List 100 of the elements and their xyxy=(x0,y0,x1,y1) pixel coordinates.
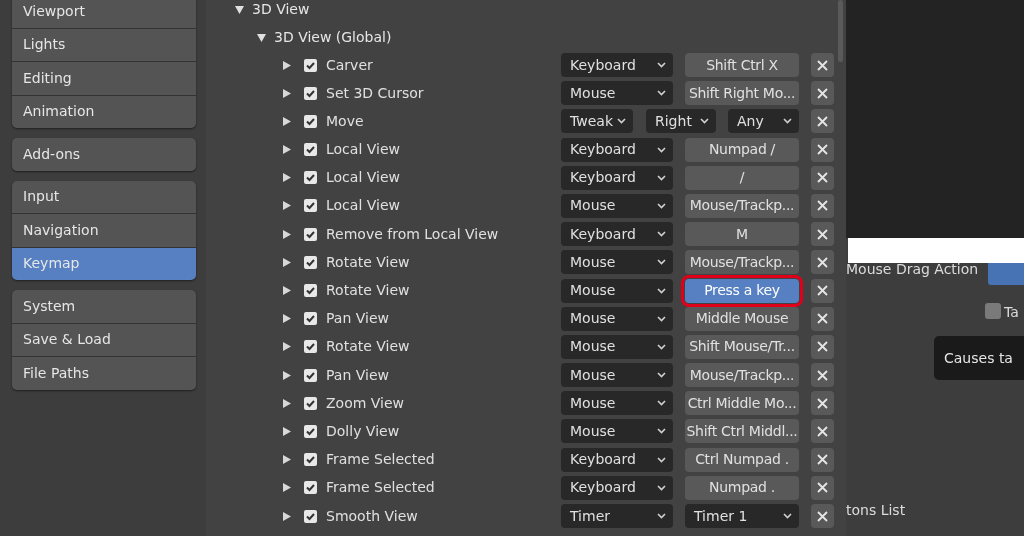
close-button[interactable] xyxy=(811,137,834,162)
close-button[interactable] xyxy=(811,250,834,275)
dropdown[interactable]: Keyboard xyxy=(561,447,673,472)
dropdown[interactable]: Keyboard xyxy=(561,165,673,190)
collapse-triangle-icon[interactable] xyxy=(234,5,244,14)
sidebar-item[interactable]: Editing xyxy=(12,62,196,95)
key-binding-button[interactable]: Mouse/Trackp... xyxy=(685,193,799,218)
dropdown[interactable]: Mouse xyxy=(561,193,673,218)
close-button[interactable] xyxy=(811,363,834,388)
dropdown[interactable]: Mouse xyxy=(561,306,673,331)
close-button[interactable] xyxy=(811,391,834,416)
sidebar-item[interactable]: Save & Load xyxy=(12,323,196,356)
expand-triangle-icon[interactable] xyxy=(282,511,292,521)
key-binding-button[interactable]: Ctrl Middle Mo... xyxy=(685,391,799,416)
sidebar-item[interactable]: Navigation xyxy=(12,214,196,247)
close-button[interactable] xyxy=(811,334,834,359)
checkbox[interactable] xyxy=(304,340,317,354)
dropdown[interactable]: Mouse xyxy=(561,419,673,444)
dropdown[interactable]: Any xyxy=(728,109,799,134)
dropdown[interactable]: Timer 1 xyxy=(685,504,799,528)
close-button[interactable] xyxy=(811,278,834,303)
checkbox[interactable] xyxy=(304,509,317,523)
checkbox[interactable] xyxy=(304,227,317,241)
scrollbar[interactable] xyxy=(838,0,843,62)
checkbox[interactable] xyxy=(304,396,317,410)
expand-triangle-icon[interactable] xyxy=(282,370,292,380)
sidebar-item[interactable]: Viewport xyxy=(12,0,196,28)
collapse-triangle-icon[interactable] xyxy=(256,33,266,42)
checkbox[interactable] xyxy=(304,284,317,297)
dropdown[interactable]: Tweak xyxy=(561,109,633,134)
key-binding-button[interactable]: Shift Ctrl X xyxy=(685,53,799,77)
key-binding-button[interactable]: / xyxy=(685,165,799,190)
key-binding-button[interactable]: Middle Mouse xyxy=(685,306,799,331)
expand-triangle-icon[interactable] xyxy=(282,314,292,324)
dropdown[interactable]: Keyboard xyxy=(561,53,673,77)
expand-triangle-icon[interactable] xyxy=(282,455,292,465)
dropdown[interactable]: Keyboard xyxy=(561,475,673,500)
sidebar-item[interactable]: Input xyxy=(12,180,196,213)
expand-triangle-icon[interactable] xyxy=(282,342,292,352)
expand-triangle-icon[interactable] xyxy=(282,145,292,155)
checkbox[interactable] xyxy=(304,58,317,72)
dropdown[interactable]: Mouse xyxy=(561,278,673,303)
checkbox[interactable] xyxy=(304,453,317,467)
checkbox[interactable] xyxy=(304,481,317,495)
expand-triangle-icon[interactable] xyxy=(282,201,292,211)
expand-triangle-icon[interactable] xyxy=(282,483,292,493)
key-binding-button[interactable]: Shift Ctrl Middl... xyxy=(685,419,799,444)
dropdown[interactable]: Mouse xyxy=(561,363,673,388)
key-binding-button[interactable]: Shift Mouse/Tr... xyxy=(685,334,799,359)
expand-triangle-icon[interactable] xyxy=(282,88,292,98)
key-binding-button[interactable]: Numpad . xyxy=(685,475,799,500)
key-binding-button[interactable]: Mouse/Trackp... xyxy=(685,250,799,275)
expand-triangle-icon[interactable] xyxy=(282,426,292,436)
key-binding-button[interactable]: Mouse/Trackp... xyxy=(685,363,799,388)
close-button[interactable] xyxy=(811,109,834,134)
sidebar-item[interactable]: File Paths xyxy=(12,357,196,390)
checkbox[interactable] xyxy=(304,86,317,100)
sidebar-item[interactable]: Lights xyxy=(12,28,196,61)
checkbox[interactable] xyxy=(304,424,317,438)
dropdown[interactable]: Keyboard xyxy=(561,137,673,162)
close-button[interactable] xyxy=(811,504,834,528)
close-button[interactable] xyxy=(811,447,834,472)
sidebar-item[interactable]: System xyxy=(12,290,196,323)
sidebar-item[interactable]: Add-ons xyxy=(12,138,196,171)
close-button[interactable] xyxy=(811,165,834,190)
dropdown[interactable]: Timer xyxy=(561,504,673,528)
dropdown[interactable]: Right xyxy=(646,109,716,134)
close-button[interactable] xyxy=(811,475,834,500)
key-binding-button[interactable]: Ctrl Numpad . xyxy=(685,447,799,472)
dropdown[interactable]: Mouse xyxy=(561,391,673,416)
expand-triangle-icon[interactable] xyxy=(282,398,292,408)
dropdown[interactable]: Keyboard xyxy=(561,222,673,247)
expand-triangle-icon[interactable] xyxy=(282,257,292,267)
checkbox[interactable] xyxy=(304,312,317,326)
checkbox[interactable] xyxy=(304,171,317,185)
dropdown[interactable]: Mouse xyxy=(561,334,673,359)
checkbox[interactable] xyxy=(985,303,1001,319)
expand-triangle-icon[interactable] xyxy=(282,60,292,70)
close-button[interactable] xyxy=(811,306,834,331)
checkbox[interactable] xyxy=(304,255,317,269)
checkbox[interactable] xyxy=(304,114,317,128)
sidebar-item[interactable]: Animation xyxy=(12,95,196,128)
close-button[interactable] xyxy=(811,53,834,77)
sidebar-item[interactable]: Keymap xyxy=(12,247,196,280)
checkbox[interactable] xyxy=(304,199,317,213)
key-binding-button[interactable]: Numpad / xyxy=(685,137,799,162)
key-binding-button[interactable]: Shift Right Mo... xyxy=(685,81,799,106)
expand-triangle-icon[interactable] xyxy=(282,173,292,183)
expand-triangle-icon[interactable] xyxy=(282,229,292,239)
checkbox[interactable] xyxy=(304,368,317,382)
expand-triangle-icon[interactable] xyxy=(282,116,292,126)
close-button[interactable] xyxy=(811,222,834,247)
close-button[interactable] xyxy=(811,193,834,218)
dropdown[interactable]: Mouse xyxy=(561,81,673,106)
key-binding-button[interactable]: M xyxy=(685,222,799,247)
close-button[interactable] xyxy=(811,419,834,444)
close-button[interactable] xyxy=(811,81,834,106)
expand-triangle-icon[interactable] xyxy=(282,286,292,295)
checkbox[interactable] xyxy=(304,143,317,157)
dropdown[interactable]: Mouse xyxy=(561,250,673,275)
